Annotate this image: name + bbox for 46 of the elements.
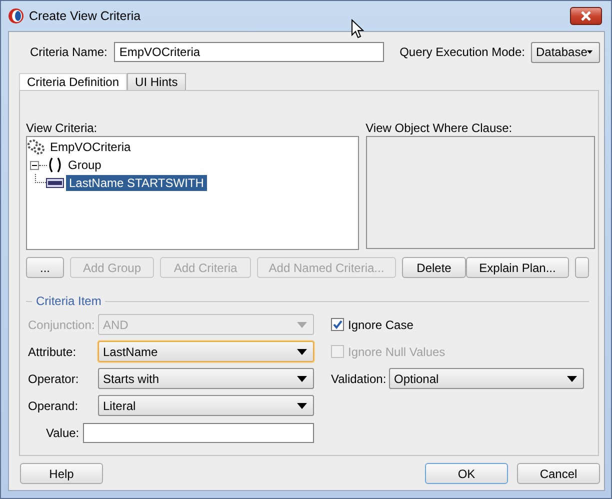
- field-label: Attribute:: [28, 344, 78, 358]
- tab[interactable]: Criteria Definition: [19, 73, 128, 90]
- group-title: Criteria Item: [35, 294, 102, 308]
- caret-icon: [567, 376, 577, 382]
- close-icon: [580, 11, 592, 21]
- value-field[interactable]: [83, 422, 314, 442]
- section-label: View Object Where Clause:: [366, 121, 514, 135]
- toolbar-button[interactable]: ...: [26, 257, 64, 278]
- checkbox-label: Ignore Null Values: [348, 344, 446, 358]
- field-label: Value:: [46, 426, 80, 440]
- toolbar-button[interactable]: Delete: [402, 257, 466, 278]
- caret-icon: [587, 49, 593, 55]
- tree-item[interactable]: LastName STARTSWITH: [66, 175, 207, 191]
- section-label: View Criteria:: [26, 121, 98, 135]
- tree-item[interactable]: EmpVOCriteria: [47, 139, 134, 155]
- tree-item[interactable]: Group: [65, 157, 104, 173]
- dialog-button[interactable]: OK: [425, 463, 508, 484]
- mouse-pointer-icon: [351, 19, 364, 39]
- field-label: Query Execution Mode:: [400, 45, 525, 59]
- caret-icon: [297, 376, 307, 382]
- criteria-name-field[interactable]: EmpVOCriteria: [114, 42, 384, 62]
- tab[interactable]: UI Hints: [127, 73, 186, 90]
- toolbar-button[interactable]: Explain Plan...: [466, 257, 569, 278]
- dropdown[interactable]: LastName: [98, 341, 314, 362]
- parentheses-icon: [47, 157, 63, 173]
- app-icon: [8, 8, 24, 24]
- checkbox[interactable]: [331, 318, 344, 331]
- field-label: Operand:: [28, 398, 80, 412]
- field-label: Validation:: [331, 372, 385, 386]
- caret-icon: [297, 348, 307, 354]
- close-button[interactable]: [570, 7, 602, 25]
- dialog-button[interactable]: Cancel: [517, 463, 600, 484]
- field-label: Conjunction:: [28, 318, 96, 332]
- field-label: Criteria Name:: [30, 45, 108, 59]
- dialog-button[interactable]: Help: [20, 463, 103, 484]
- caret-icon: [297, 402, 307, 408]
- dropdown[interactable]: Optional: [389, 368, 584, 389]
- collapse-toggle[interactable]: [30, 160, 39, 170]
- dropdown[interactable]: Starts with: [98, 368, 314, 389]
- dropdown[interactable]: Literal: [98, 395, 314, 416]
- field-icon: [46, 178, 64, 188]
- checkbox-label: Ignore Case: [348, 318, 414, 332]
- field-label: Operator:: [28, 372, 80, 386]
- window-title: Create View Criteria: [29, 9, 141, 23]
- caret-icon: [297, 322, 307, 328]
- query-mode-dropdown[interactable]: Database: [531, 42, 600, 62]
